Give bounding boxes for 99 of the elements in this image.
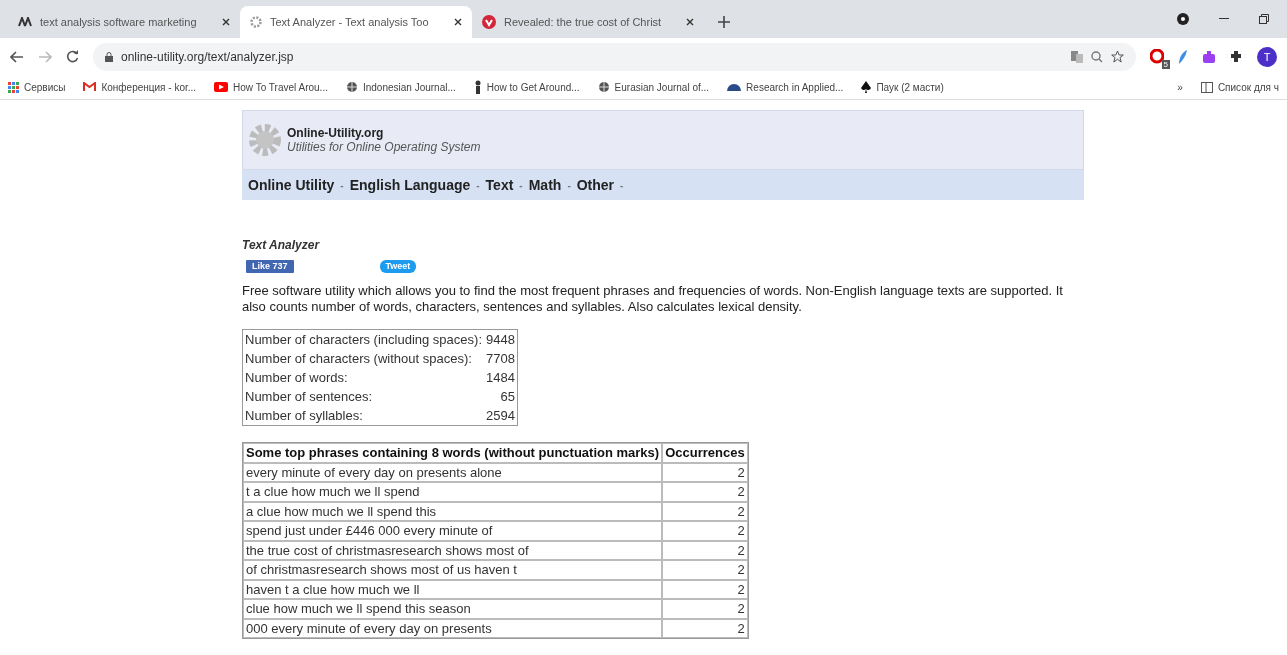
description: Free software utility which allows you to find the most frequent phrases and frequencies of words. Non-English language texts are supported. It also counts number of words, characters, sentences and syllables. Also calculates lexical density. bbox=[242, 283, 1064, 315]
column-header: Occurrences bbox=[662, 443, 748, 463]
browser-tab[interactable]: Text Analyzer - Text analysis Too bbox=[240, 6, 472, 38]
bookmark-label[interactable]: Research in Applied... bbox=[746, 81, 844, 93]
phrase-cell: of christmasresearch shows most of us haven t bbox=[243, 560, 663, 580]
feather-icon[interactable] bbox=[1178, 49, 1188, 64]
restore-icon[interactable] bbox=[1259, 14, 1269, 24]
stat-value: 2594 bbox=[485, 407, 516, 425]
caret-icon: - bbox=[519, 179, 523, 191]
star-icon[interactable] bbox=[1111, 50, 1124, 63]
bookmark-label[interactable]: Indonesian Journal... bbox=[362, 81, 456, 93]
count-cell: 2 bbox=[662, 560, 748, 580]
like-button[interactable]: Like 737 bbox=[246, 260, 294, 273]
back-icon[interactable] bbox=[10, 50, 24, 63]
page-title: Text Analyzer bbox=[242, 238, 321, 252]
spade-icon bbox=[861, 81, 872, 93]
address-bar[interactable]: online-utility.org/text/analyzer.jsp bbox=[93, 42, 1136, 71]
bookmark-item[interactable]: How to Get Around... bbox=[473, 80, 580, 94]
stat-label: Number of characters (including spaces): bbox=[244, 331, 483, 349]
mail-icon bbox=[83, 82, 97, 92]
bookmark-item[interactable]: Indonesian Journal... bbox=[345, 81, 456, 93]
extensions-icon[interactable] bbox=[1230, 50, 1243, 63]
more-bookmarks[interactable]: » bbox=[1177, 81, 1183, 93]
stat-value: 7708 bbox=[485, 350, 516, 368]
bookmark-item[interactable]: Паук (2 масти) bbox=[861, 81, 944, 93]
lock-icon bbox=[105, 51, 113, 62]
list-icon bbox=[1200, 81, 1213, 93]
globe-icon bbox=[345, 81, 358, 93]
zoom-icon[interactable] bbox=[1091, 50, 1103, 63]
translate-icon[interactable] bbox=[1071, 50, 1083, 63]
close-icon[interactable] bbox=[686, 18, 694, 26]
phrase-cell: a clue how much we ll spend this bbox=[243, 501, 663, 521]
bookmark-label[interactable]: Сервисы bbox=[24, 81, 66, 93]
site-name[interactable]: Online-Utility.org bbox=[287, 126, 481, 140]
count-cell: 2 bbox=[662, 462, 748, 482]
site-tagline: Utilities for Online Operating System bbox=[287, 140, 481, 154]
stat-label: Number of sentences: bbox=[244, 388, 374, 406]
caret-icon: - bbox=[476, 179, 480, 191]
phrase-cell: haven t a clue how much we ll bbox=[243, 579, 663, 599]
stat-value: 65 bbox=[499, 388, 516, 406]
nav-link[interactable]: Online Utility bbox=[248, 177, 335, 193]
stat-value: 1484 bbox=[485, 369, 516, 387]
close-icon[interactable] bbox=[222, 18, 230, 26]
browser-tab[interactable]: text analysis software marketing bbox=[8, 6, 240, 38]
letters-icon bbox=[18, 17, 32, 27]
count-cell: 2 bbox=[662, 482, 748, 502]
bookmark-label[interactable]: Eurasian Journal of... bbox=[614, 81, 710, 93]
bookmark-label[interactable]: How To Travel Arou... bbox=[233, 81, 328, 93]
extension-icon[interactable] bbox=[1150, 48, 1164, 65]
bookmark-item[interactable]: Сервисы bbox=[8, 81, 66, 93]
count-cell: 2 bbox=[662, 521, 748, 541]
bookmark-item[interactable]: Research in Applied... bbox=[727, 81, 844, 93]
site-icon bbox=[482, 15, 496, 29]
nav-link[interactable]: English Language bbox=[349, 177, 471, 193]
gear-icon bbox=[250, 16, 262, 28]
count-cell: 2 bbox=[662, 599, 748, 619]
bookmark-label[interactable]: Паук (2 масти) bbox=[876, 81, 944, 93]
column-header: Some top phrases containing 8 words (without punctuation marks) bbox=[243, 443, 663, 463]
phrase-cell: clue how much we ll spend this season bbox=[243, 599, 663, 619]
phrase-cell: spend just under £446 000 every minute of bbox=[243, 521, 663, 541]
stat-label: Number of characters (without spaces): bbox=[244, 350, 473, 368]
phrase-cell: the true cost of christmasresearch shows most of bbox=[243, 540, 663, 560]
phrase-cell: every minute of every day on presents alone bbox=[243, 462, 663, 482]
stat-value: 9448 bbox=[485, 331, 516, 349]
caret-icon: - bbox=[567, 179, 571, 191]
stat-label: Number of syllables: bbox=[244, 407, 364, 425]
count-cell: 2 bbox=[662, 501, 748, 521]
reading-list-label[interactable]: Список для ч bbox=[1217, 81, 1279, 93]
bookmark-label[interactable]: How to Get Around... bbox=[486, 81, 580, 93]
figure-icon bbox=[473, 80, 482, 94]
extension-badge: 5 bbox=[1161, 59, 1170, 69]
url-text: online-utility.org/text/analyzer.jsp bbox=[121, 49, 295, 64]
browser-tab[interactable]: Revealed: the true cost of Christ bbox=[472, 6, 704, 38]
puzzle-box-icon[interactable] bbox=[1202, 49, 1216, 64]
reading-list[interactable]: Список для ч bbox=[1200, 81, 1279, 93]
caret-icon: - bbox=[340, 179, 344, 191]
record-icon[interactable] bbox=[1177, 13, 1189, 25]
nav-link[interactable]: Text bbox=[485, 177, 514, 193]
caret-icon: - bbox=[620, 179, 624, 191]
bookmark-label[interactable]: Конференция - kor... bbox=[101, 81, 197, 93]
count-cell: 2 bbox=[662, 540, 748, 560]
video-icon bbox=[214, 82, 229, 92]
nav-link[interactable]: Math bbox=[528, 177, 562, 193]
new-tab-icon[interactable] bbox=[718, 16, 730, 28]
bookmark-item[interactable]: How To Travel Arou... bbox=[214, 81, 328, 93]
reload-icon[interactable] bbox=[66, 50, 79, 63]
phrase-cell: 000 every minute of every day on presents bbox=[243, 618, 663, 638]
phrase-cell: t a clue how much we ll spend bbox=[243, 482, 663, 502]
stat-label: Number of words: bbox=[244, 369, 349, 387]
count-cell: 2 bbox=[662, 579, 748, 599]
bookmark-item[interactable]: Eurasian Journal of... bbox=[597, 81, 710, 93]
profile-avatar[interactable]: T bbox=[1257, 46, 1277, 67]
apps-icon bbox=[8, 81, 19, 93]
minimize-icon[interactable] bbox=[1219, 18, 1229, 20]
count-cell: 2 bbox=[662, 618, 748, 638]
globe-icon bbox=[597, 81, 610, 93]
close-icon[interactable] bbox=[454, 18, 462, 26]
bookmark-item[interactable]: Конференция - kor... bbox=[83, 81, 197, 93]
nav-link[interactable]: Other bbox=[576, 177, 615, 193]
